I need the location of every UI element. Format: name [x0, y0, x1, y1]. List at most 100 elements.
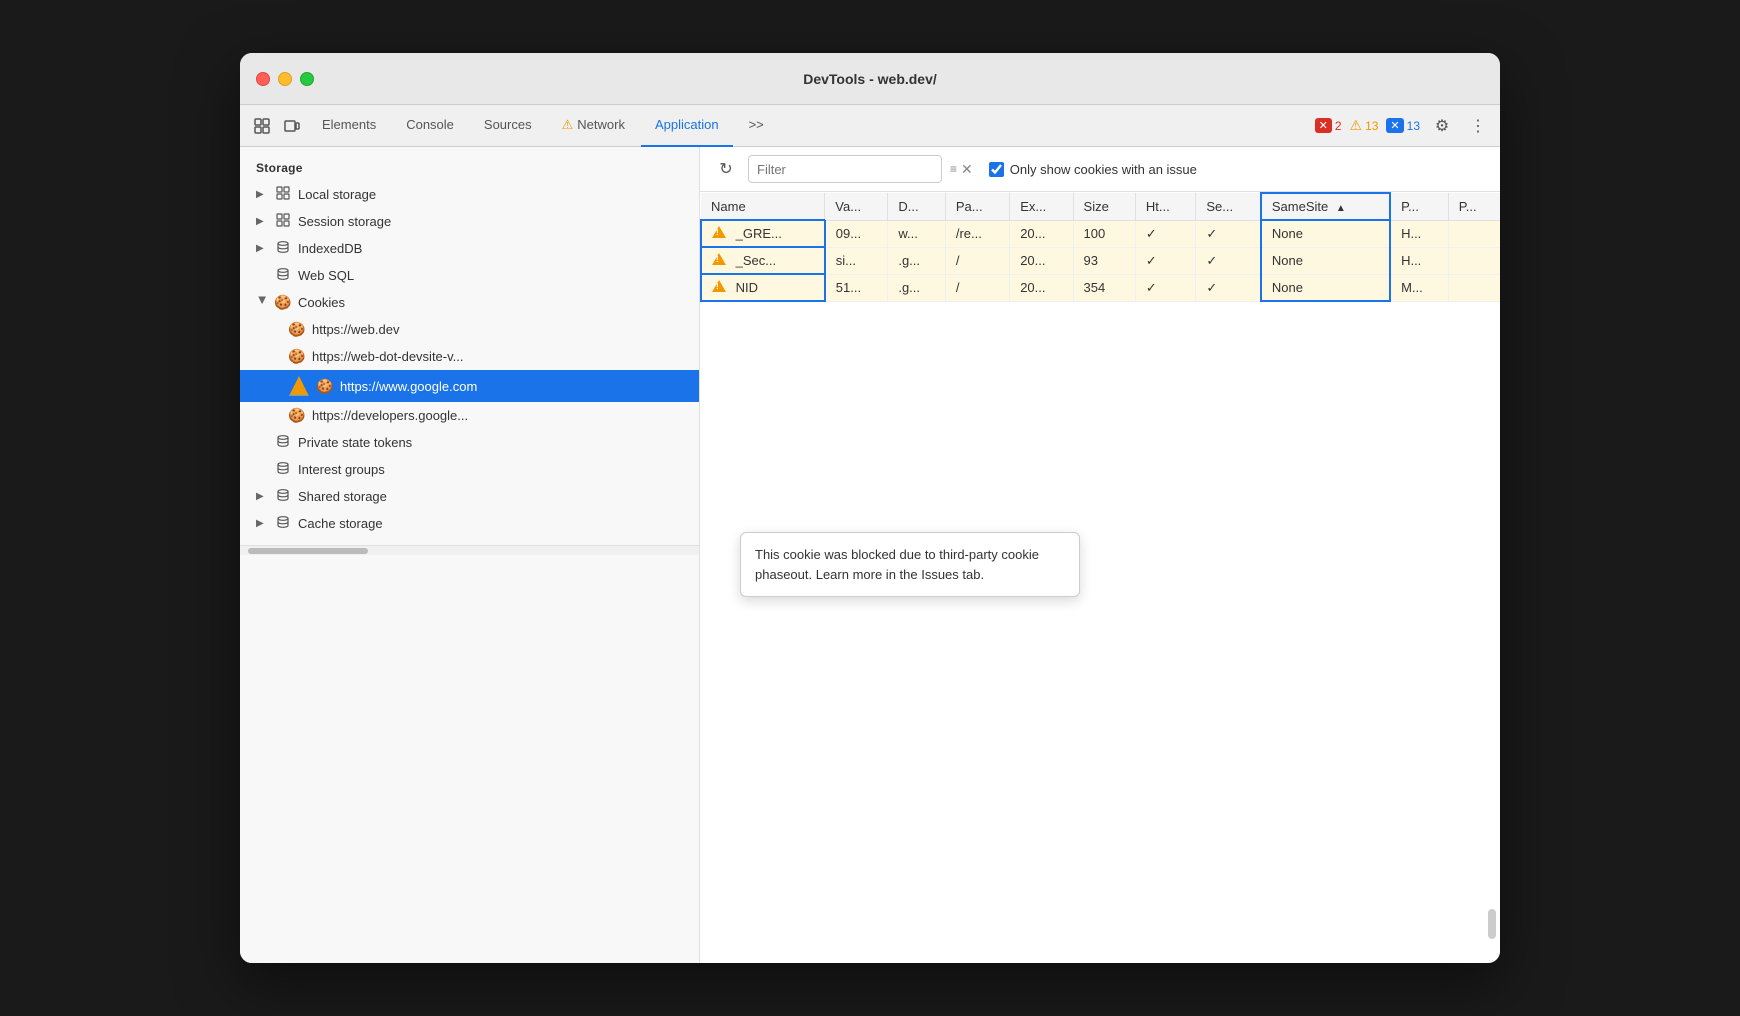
- sidebar-label-indexeddb: IndexedDB: [298, 241, 362, 256]
- tab-sources[interactable]: Sources: [470, 105, 546, 147]
- db-icon-shared: [274, 488, 292, 505]
- cookie-tooltip: This cookie was blocked due to third-par…: [740, 532, 1080, 597]
- cell-samesite-3: None: [1261, 274, 1390, 301]
- more-options-icon[interactable]: ⋮: [1464, 112, 1492, 140]
- sidebar-label-cookies: Cookies: [298, 295, 345, 310]
- sidebar-item-shared-storage[interactable]: ▶ Shared storage: [240, 483, 699, 510]
- warning-icon-row1[interactable]: !: [712, 226, 726, 238]
- network-warning-icon: ⚠: [562, 117, 574, 133]
- toolbar-right: ✕ 2 ⚠ 13 ✕ 13 ⚙ ⋮: [1315, 112, 1492, 140]
- cookie-icon-devsite: 🍪: [288, 348, 306, 365]
- grid-icon-session: [274, 213, 292, 230]
- col-name[interactable]: Name: [701, 193, 825, 220]
- cell-warn-name-1: ! _GRE...: [701, 220, 825, 247]
- cell-p1-2: H...: [1390, 247, 1448, 274]
- device-icon[interactable]: [278, 112, 306, 140]
- sidebar-item-cookies[interactable]: ▶ 🍪 Cookies: [240, 289, 699, 316]
- tab-elements[interactable]: Elements: [308, 105, 390, 147]
- col-p1[interactable]: P...: [1390, 193, 1448, 220]
- cell-expires-3: 20...: [1010, 274, 1073, 301]
- sidebar-label-local-storage: Local storage: [298, 187, 376, 202]
- devtools-window: DevTools - web.dev/ Elements Console Sou…: [240, 53, 1500, 963]
- sidebar-item-websql[interactable]: ▶ Web SQL: [240, 262, 699, 289]
- sidebar-item-cookie-google[interactable]: 🍪 https://www.google.com: [240, 370, 699, 402]
- cell-value-3: 51...: [825, 274, 888, 301]
- col-size[interactable]: Size: [1073, 193, 1135, 220]
- sidebar-label-cache-storage: Cache storage: [298, 516, 383, 531]
- only-issues-checkbox[interactable]: [989, 162, 1004, 177]
- cell-size-1: 100: [1073, 220, 1135, 247]
- cell-httponly-2: ✓: [1135, 247, 1195, 274]
- tab-console[interactable]: Console: [392, 105, 468, 147]
- sidebar-horizontal-scrollbar[interactable]: [240, 545, 699, 555]
- main-content: Storage ▶ Local storage: [240, 147, 1500, 963]
- sidebar-item-session-storage[interactable]: ▶ Session storage: [240, 208, 699, 235]
- col-samesite[interactable]: SameSite ▲: [1261, 193, 1390, 220]
- cell-path-1: /re...: [945, 220, 1009, 247]
- cell-secure-3: ✓: [1196, 274, 1261, 301]
- cell-size-2: 93: [1073, 247, 1135, 274]
- expand-arrow-shared: ▶: [256, 491, 268, 502]
- tab-network[interactable]: ⚠ Network: [548, 105, 639, 147]
- cell-path-2: /: [945, 247, 1009, 274]
- col-path[interactable]: Pa...: [945, 193, 1009, 220]
- sidebar-item-interest-groups[interactable]: ▶ Interest groups: [240, 456, 699, 483]
- table-row[interactable]: ! _Sec... si... .g... / 20... 93 ✓ ✓ Non: [701, 247, 1500, 274]
- cell-samesite-1: None: [1261, 220, 1390, 247]
- db-icon-websql: [274, 267, 292, 284]
- cell-domain-2: .g...: [888, 247, 946, 274]
- sidebar-item-indexeddb[interactable]: ▶ IndexedDB: [240, 235, 699, 262]
- clear-filter-button[interactable]: ≡ ✕: [950, 161, 973, 178]
- cell-expires-2: 20...: [1010, 247, 1073, 274]
- tooltip-text: This cookie was blocked due to third-par…: [755, 547, 1039, 582]
- tab-application[interactable]: Application: [641, 105, 733, 147]
- window-title: DevTools - web.dev/: [803, 71, 937, 87]
- sidebar-label-devsite: https://web-dot-devsite-v...: [312, 349, 464, 364]
- refresh-button[interactable]: ↻: [712, 155, 740, 183]
- sidebar-item-cookie-devsite[interactable]: 🍪 https://web-dot-devsite-v...: [240, 343, 699, 370]
- cell-warn-name-3: ! NID: [701, 274, 825, 301]
- cell-p1-3: M...: [1390, 274, 1448, 301]
- col-value[interactable]: Va...: [825, 193, 888, 220]
- filter-input[interactable]: [748, 155, 942, 183]
- cookies-table: Name Va... D... Pa... Ex... Size Ht... S…: [700, 192, 1500, 302]
- scrollbar-thumb: [1488, 909, 1496, 939]
- vertical-scrollbar[interactable]: [1488, 196, 1496, 959]
- cookie-icon: 🍪: [274, 294, 292, 311]
- cell-name-3: NID: [736, 280, 758, 295]
- warning-icon-row2[interactable]: !: [712, 253, 726, 265]
- col-expires[interactable]: Ex...: [1010, 193, 1073, 220]
- close-button[interactable]: [256, 72, 270, 86]
- filter-x-icon: ✕: [961, 161, 973, 178]
- table-header-row: Name Va... D... Pa... Ex... Size Ht... S…: [701, 193, 1500, 220]
- tab-more[interactable]: >>: [735, 105, 778, 147]
- col-httponly[interactable]: Ht...: [1135, 193, 1195, 220]
- minimize-button[interactable]: [278, 72, 292, 86]
- col-secure[interactable]: Se...: [1196, 193, 1261, 220]
- col-p2[interactable]: P...: [1448, 193, 1500, 220]
- sidebar-label-developers: https://developers.google...: [312, 408, 468, 423]
- error-badge: ✕ 2: [1315, 118, 1342, 133]
- col-domain[interactable]: D...: [888, 193, 946, 220]
- sidebar-item-cookie-developers[interactable]: 🍪 https://developers.google...: [240, 402, 699, 429]
- expand-arrow-local: ▶: [256, 189, 268, 200]
- maximize-button[interactable]: [300, 72, 314, 86]
- table-row[interactable]: ! _GRE... 09... w... /re... 20... 100 ✓ …: [701, 220, 1500, 247]
- sidebar-item-private-tokens[interactable]: ▶ Private state tokens: [240, 429, 699, 456]
- warning-icon-row3[interactable]: !: [712, 280, 726, 292]
- cell-warn-name-2: ! _Sec...: [701, 247, 825, 274]
- settings-icon[interactable]: ⚙: [1428, 112, 1456, 140]
- cookie-icon-developers: 🍪: [288, 407, 306, 424]
- only-issues-checkbox-label[interactable]: Only show cookies with an issue: [989, 162, 1197, 177]
- sidebar-label-session-storage: Session storage: [298, 214, 391, 229]
- sidebar-item-local-storage[interactable]: ▶ Local storage: [240, 181, 699, 208]
- cell-size-3: 354: [1073, 274, 1135, 301]
- db-icon-indexed: [274, 240, 292, 257]
- cell-httponly-3: ✓: [1135, 274, 1195, 301]
- traffic-lights: [256, 72, 314, 86]
- sidebar-item-cookie-webdev[interactable]: 🍪 https://web.dev: [240, 316, 699, 343]
- table-row[interactable]: ! NID 51... .g... / 20... 354 ✓ ✓ None: [701, 274, 1500, 301]
- cell-secure-2: ✓: [1196, 247, 1261, 274]
- sidebar-item-cache-storage[interactable]: ▶ Cache storage: [240, 510, 699, 537]
- inspect-icon[interactable]: [248, 112, 276, 140]
